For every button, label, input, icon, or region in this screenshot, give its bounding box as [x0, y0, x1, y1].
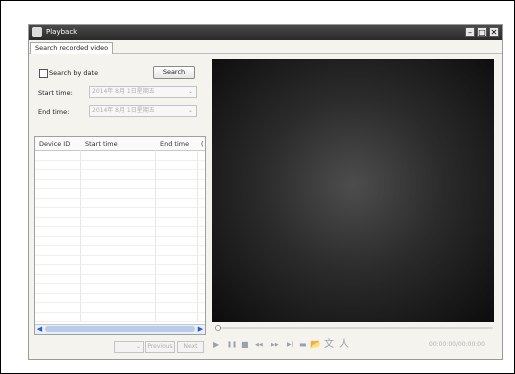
playback-timecode: 00:00:00/00:00:00 — [429, 341, 485, 348]
table-row — [35, 245, 205, 246]
playback-window: Playback – □ ✕ Search recorded video Sea… — [28, 24, 503, 360]
close-button[interactable]: ✕ — [489, 27, 499, 37]
table-row — [35, 159, 205, 161]
title-bar[interactable]: Playback – □ ✕ — [29, 25, 502, 40]
chevron-down-icon: ⌄ — [135, 343, 141, 350]
column-end-time[interactable]: End time — [160, 140, 189, 148]
minimize-button[interactable]: – — [465, 27, 475, 37]
previous-button[interactable]: Previous — [145, 341, 175, 353]
app-icon — [32, 27, 42, 37]
scroll-thumb[interactable] — [45, 326, 195, 332]
table-row — [35, 273, 205, 275]
snapshot-icon[interactable]: ▬ — [299, 339, 307, 351]
window-title: Playback — [46, 28, 78, 36]
table-header: Device ID Start time End time ( — [35, 137, 205, 151]
step-forward-icon[interactable]: ▶| — [287, 339, 294, 351]
table-row — [35, 207, 205, 208]
search-button[interactable]: Search — [153, 66, 195, 79]
column-overflow: ( — [201, 140, 204, 148]
table-row — [35, 302, 205, 303]
person-icon[interactable]: 人 — [339, 339, 349, 351]
video-display[interactable] — [212, 59, 494, 322]
table-row — [35, 264, 205, 265]
table-row — [35, 254, 205, 256]
chevron-down-icon: ⌄ — [187, 88, 194, 95]
table-row — [35, 226, 205, 227]
seek-track — [215, 327, 493, 329]
scroll-right-icon[interactable]: ▶ — [196, 325, 205, 334]
end-time-picker[interactable]: 2014年 8月 1日星期五 ⌄ — [89, 105, 197, 117]
chevron-down-icon: ⌄ — [187, 107, 194, 114]
table-row — [35, 169, 205, 170]
column-device-id[interactable]: Device ID — [39, 140, 70, 148]
stop-icon[interactable]: ■ — [241, 339, 249, 351]
table-row — [35, 178, 205, 180]
start-time-label: Start time: — [38, 89, 73, 97]
text-icon[interactable]: 文 — [324, 339, 334, 351]
tab-strip: Search recorded video — [29, 40, 502, 54]
table-row — [35, 216, 205, 218]
search-by-date-label: Search by date — [49, 69, 99, 77]
seek-bar[interactable] — [215, 325, 493, 331]
table-row — [35, 188, 205, 189]
results-table[interactable]: Device ID Start time End time ( ◀ ▶ — [34, 136, 206, 335]
start-time-picker[interactable]: 2014年 8月 1日星期五 ⌄ — [89, 86, 197, 98]
column-start-time[interactable]: Start time — [85, 140, 118, 148]
table-row — [35, 321, 205, 322]
table-row — [35, 292, 205, 294]
table-row — [35, 197, 205, 199]
page-select[interactable]: ⌄ — [114, 341, 144, 353]
tab-search-recorded-video[interactable]: Search recorded video — [30, 42, 114, 54]
rewind-icon[interactable]: ◀◀ — [255, 339, 263, 351]
pause-icon[interactable]: ❚❚ — [227, 339, 237, 351]
seek-handle[interactable] — [215, 325, 221, 331]
search-by-date-checkbox[interactable] — [39, 69, 48, 78]
end-time-value: 2014年 8月 1日星期五 — [92, 107, 155, 114]
table-row — [35, 283, 205, 284]
folder-icon[interactable]: 📂 — [310, 339, 321, 351]
table-row — [35, 235, 205, 237]
play-icon[interactable]: ▶ — [213, 339, 219, 351]
maximize-button[interactable]: □ — [477, 27, 487, 37]
next-button[interactable]: Next — [177, 341, 204, 353]
end-time-label: End time: — [38, 108, 70, 116]
horizontal-scrollbar[interactable]: ◀ ▶ — [35, 324, 205, 334]
screenshot-frame: Playback – □ ✕ Search recorded video Sea… — [0, 0, 515, 374]
table-row — [35, 311, 205, 313]
fast-forward-icon[interactable]: ▶▶ — [271, 339, 279, 351]
start-time-value: 2014年 8月 1日星期五 — [92, 88, 155, 95]
scroll-left-icon[interactable]: ◀ — [35, 325, 44, 334]
